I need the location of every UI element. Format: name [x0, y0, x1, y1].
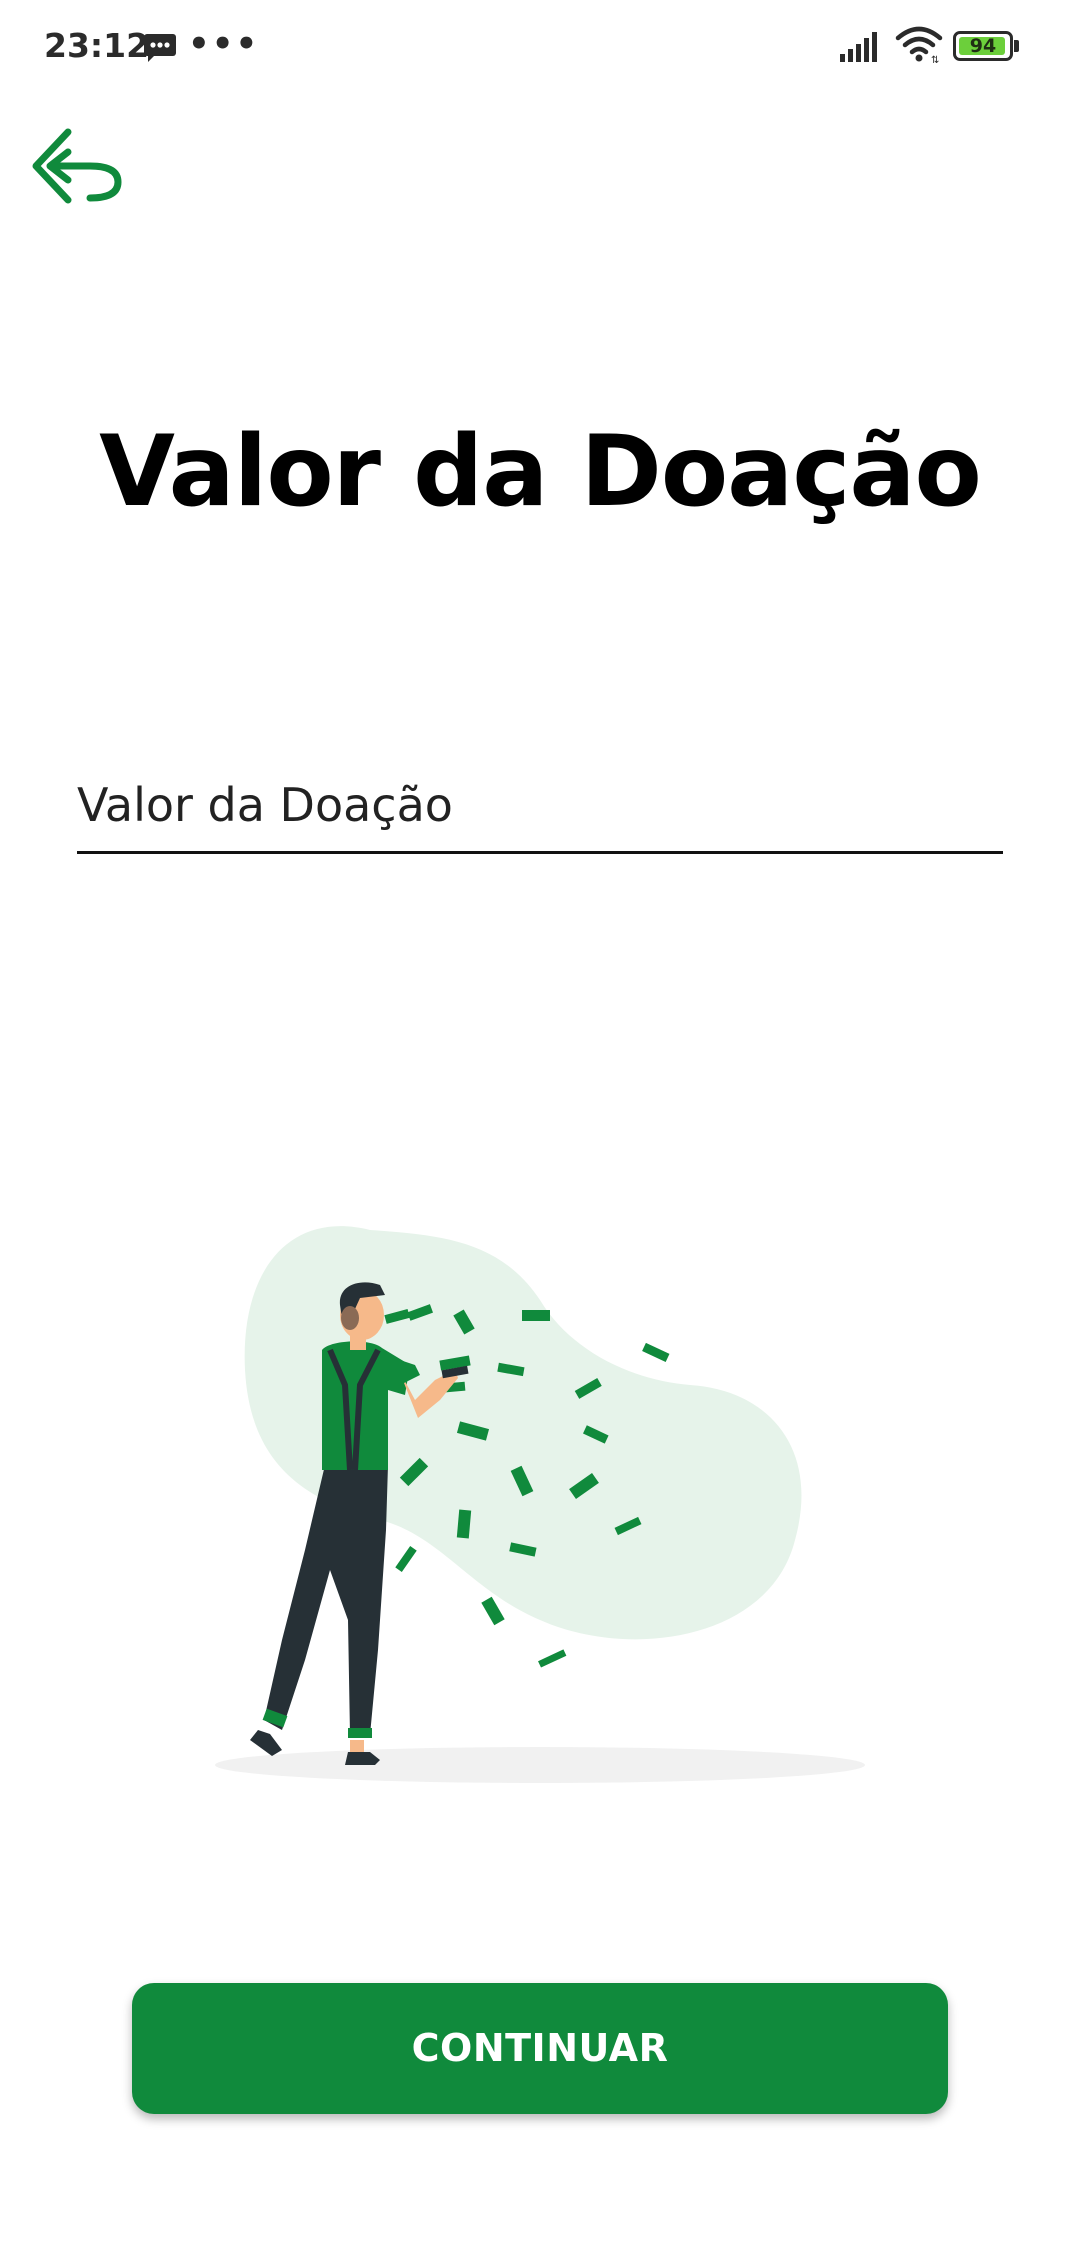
- battery-tip: [1014, 40, 1019, 52]
- back-arrow-icon: [32, 128, 122, 204]
- back-button[interactable]: [28, 120, 128, 220]
- status-more-dots: •••: [188, 24, 260, 64]
- person-pants: [264, 1465, 388, 1735]
- svg-text:⇅: ⇅: [931, 55, 939, 64]
- continue-button[interactable]: CONTINUAR: [132, 1983, 948, 2114]
- status-bar: 23:12 ••• ⇅ 94: [0, 0, 1080, 96]
- person-throwing-money-illustration: [210, 1200, 890, 1790]
- message-icon: [143, 33, 177, 67]
- donation-amount-field[interactable]: [77, 770, 1003, 854]
- ground-shadow: [215, 1747, 865, 1783]
- signal-icon: [838, 30, 882, 66]
- page-title: Valor da Doação: [99, 415, 982, 529]
- wifi-icon: ⇅: [895, 26, 943, 68]
- donation-amount-input[interactable]: [77, 778, 1003, 832]
- right-cuff: [348, 1728, 372, 1738]
- battery-level: 94: [969, 35, 997, 57]
- battery-icon: 94: [953, 31, 1013, 61]
- left-shoe: [250, 1730, 282, 1756]
- status-time: 23:12: [44, 26, 150, 65]
